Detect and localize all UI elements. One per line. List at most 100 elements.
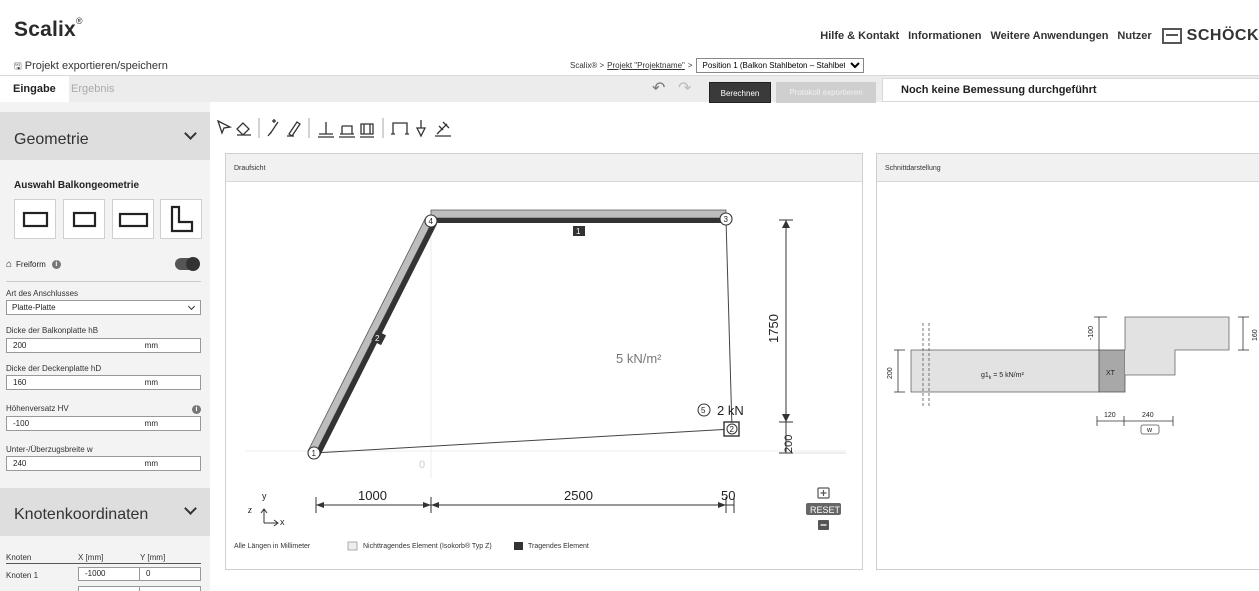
dim-120-label: 120 <box>1104 412 1116 419</box>
height-offset-field[interactable]: -100 mm <box>6 416 201 431</box>
dimension-vertical-label: 1750 <box>766 314 781 343</box>
redo-icon[interactable]: ↷ <box>678 81 691 97</box>
chevron-down-icon <box>184 127 197 140</box>
geometry-rect-icon <box>118 212 149 228</box>
dimension-arrow <box>423 502 431 508</box>
support-icon[interactable] <box>318 122 334 138</box>
nav-user[interactable]: Nutzer <box>1117 30 1151 42</box>
nav-help-contact[interactable]: Hilfe & Kontakt <box>820 30 899 42</box>
legend-bearing-swatch <box>514 542 523 550</box>
freeform-toggle[interactable] <box>175 257 200 271</box>
element-2-label: 2 <box>375 334 380 343</box>
point-load-label: 2 kN <box>717 403 744 418</box>
dim-240-label: 240 <box>1142 412 1154 419</box>
balcony-slab <box>910 349 1100 393</box>
add-node-icon[interactable] <box>267 119 279 137</box>
dimension-h-label: 1000 <box>358 488 387 503</box>
connection-type-select[interactable]: Platte-Platte <box>6 300 201 315</box>
breadcrumb: Scalix® > Projekt "Projektname" > Positi… <box>570 58 864 73</box>
save-icon: 🖫 <box>14 61 22 71</box>
dimension-arrow <box>431 502 439 508</box>
select-arrow-icon[interactable] <box>216 119 233 135</box>
element-1-label: 1 <box>576 227 581 236</box>
origin-label: 0 <box>419 459 425 471</box>
breadcrumb-project-link[interactable]: Projekt "Projektname" <box>607 61 685 70</box>
edge-line <box>313 428 733 454</box>
tab-result[interactable]: Ergebnis <box>58 76 127 103</box>
position-select[interactable]: Position 1 (Balkon Stahlbeton – Stahlbet… <box>695 58 864 73</box>
undo-icon[interactable]: ↶ <box>652 81 665 97</box>
axis-icon <box>260 508 279 527</box>
geometry-l-shape-button[interactable] <box>160 199 202 239</box>
element-2-nonbearing <box>307 218 433 455</box>
node-x-field[interactable] <box>78 586 140 591</box>
beam-width-field[interactable]: 240 mm <box>6 456 201 471</box>
divider <box>6 281 201 282</box>
column-support-icon[interactable] <box>360 123 374 138</box>
table-header-divider <box>6 563 201 564</box>
app-root: Scalix® Hilfe & Kontakt Informationen We… <box>0 0 1259 591</box>
drawing-toolbar <box>216 118 451 138</box>
wall-support-icon[interactable] <box>339 125 355 138</box>
geometry-section-header[interactable]: Geometrie <box>0 112 210 160</box>
info-icon[interactable]: i <box>51 260 61 269</box>
export-protocol-button[interactable]: Protokoll exportieren <box>776 82 876 103</box>
section-view-panel: Schnittdarstellung g1k = 5 kN/m² XT 200 -10… <box>876 153 1259 570</box>
geometry-rect-wide-button[interactable] <box>14 199 56 239</box>
axis-y-label: y <box>262 491 267 501</box>
legend-note: Alle Längen in Millimeter <box>234 543 311 550</box>
dimension-arrow <box>782 414 790 422</box>
ceiling-slab <box>1124 316 1230 376</box>
element-1-bearing <box>431 218 726 223</box>
nav-information[interactable]: Informationen <box>908 30 981 42</box>
plan-view-canvas[interactable]: 0 1 2 1 3 4 2 5 kN/m² 5 2 kN 1750 200 1000 2500 50 zy x R… <box>226 183 862 571</box>
edge-line <box>725 218 733 430</box>
point-load-icon[interactable] <box>415 120 427 138</box>
dim-160-label: 160 <box>1252 329 1259 341</box>
element-1-nonbearing <box>430 209 727 219</box>
calculate-button[interactable]: Berechnen <box>709 82 771 103</box>
top-navigation: Hilfe & Kontakt Informationen Weitere An… <box>811 27 1259 45</box>
w-label: w <box>1146 427 1153 434</box>
geometry-select-label: Auswahl Balkongeometrie <box>14 180 140 191</box>
node-y-field[interactable]: 0 <box>139 567 201 581</box>
node-y-field[interactable] <box>139 586 201 591</box>
reset-button-label: RESET <box>810 505 841 515</box>
dimension-arrow <box>782 220 790 228</box>
brand-mark-icon <box>1161 28 1182 44</box>
nodes-section-header[interactable]: Knotenkoordinaten <box>0 488 210 536</box>
calculation-status: Noch keine Bemessung durchgeführt <box>882 78 1259 102</box>
area-load-icon[interactable] <box>435 121 451 137</box>
node-label: 3 <box>724 215 729 224</box>
brand-logo: SCHÖCK <box>1161 27 1259 45</box>
ceiling-thickness-field[interactable]: 160 mm <box>6 375 201 390</box>
geometry-rect-long-button[interactable] <box>112 199 154 239</box>
erase-icon[interactable] <box>236 122 251 136</box>
node-x-field[interactable]: -1000 <box>78 567 140 581</box>
line-load-icon[interactable] <box>391 122 409 135</box>
axis-z-label: z <box>247 505 252 516</box>
dimension-h-label: 50 <box>721 488 735 503</box>
dimension-vertical-small-label: 200 <box>783 435 795 453</box>
point-load-id: 5 <box>701 406 706 415</box>
export-project-link[interactable]: 🖫 Projekt exportieren/speichern <box>14 59 168 75</box>
dim-200-label: 200 <box>887 367 894 379</box>
chevron-down-icon <box>184 502 197 515</box>
geometry-l-shape-icon <box>170 205 194 233</box>
legend-bearing-label: Tragendes Element <box>528 543 589 550</box>
home-outline-icon: ⌂ <box>6 259 13 270</box>
geometry-rect-icon <box>22 211 49 228</box>
freeform-row: ⌂ Freiform i <box>6 259 61 270</box>
edit-node-icon[interactable] <box>287 121 301 137</box>
geometry-rect-button[interactable] <box>63 199 105 239</box>
geometry-rect-icon <box>72 211 97 228</box>
nav-other-apps[interactable]: Weitere Anwendungen <box>990 30 1108 42</box>
node-row-label: Knoten 1 <box>6 571 39 580</box>
legend-nonbearing-swatch <box>347 541 358 551</box>
section-view-canvas: g1k = 5 kN/m² XT200-100 160120 240w <box>887 316 1259 435</box>
area-load-label: 5 kN/m² <box>616 351 662 366</box>
info-icon[interactable]: i <box>192 405 201 414</box>
balcony-thickness-field[interactable]: 200 mm <box>6 338 201 353</box>
axis-x-label: x <box>280 517 285 527</box>
app-logo[interactable]: Scalix® <box>14 16 83 42</box>
